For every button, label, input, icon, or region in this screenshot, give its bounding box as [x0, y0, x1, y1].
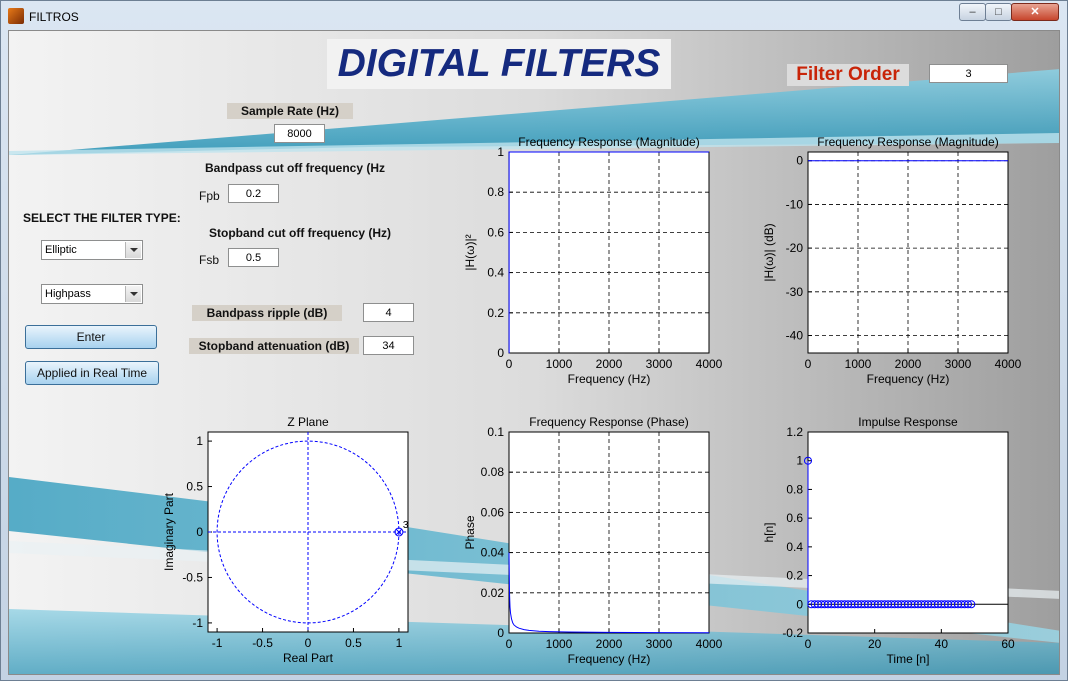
maximize-button[interactable]: □	[985, 3, 1012, 21]
x-tick-label: 60	[1001, 637, 1015, 651]
y-tick-label: 0.8	[786, 482, 803, 496]
x-tick-label: 20	[868, 637, 882, 651]
impulse-response-plot[interactable]: 0 20 40 60-0.200.20.40.60.811.2Impulse Resp…	[9, 31, 1060, 675]
window-title: FILTROS	[29, 10, 79, 24]
chart-title: Impulse Response	[858, 415, 958, 429]
y-tick-label: 0.2	[786, 569, 803, 583]
y-tick-label: 1.2	[786, 425, 803, 439]
y-tick-label: 0	[796, 597, 803, 611]
title-bar[interactable]: FILTROS – □ ✕	[1, 1, 1067, 31]
y-tick-label: 0.6	[786, 511, 803, 525]
matlab-icon	[8, 8, 24, 24]
x-axis-label: Time [n]	[887, 652, 930, 666]
maximize-icon: □	[995, 6, 1002, 18]
y-tick-label: 1	[796, 454, 803, 468]
close-button[interactable]: ✕	[1011, 3, 1059, 21]
window: FILTROS – □ ✕ DIGITAL FILTERS Filter Ord…	[0, 0, 1068, 681]
x-tick-label: 0	[805, 637, 812, 651]
close-icon: ✕	[1030, 6, 1040, 18]
y-tick-label: 0.4	[786, 540, 803, 554]
minimize-button[interactable]: –	[959, 3, 986, 21]
figure-area: DIGITAL FILTERS Filter Order Sample Rate…	[8, 30, 1060, 675]
y-axis-label: h[n]	[762, 522, 776, 542]
y-tick-label: -0.2	[782, 626, 803, 640]
x-tick-label: 40	[935, 637, 949, 651]
minimize-icon: –	[969, 6, 976, 18]
